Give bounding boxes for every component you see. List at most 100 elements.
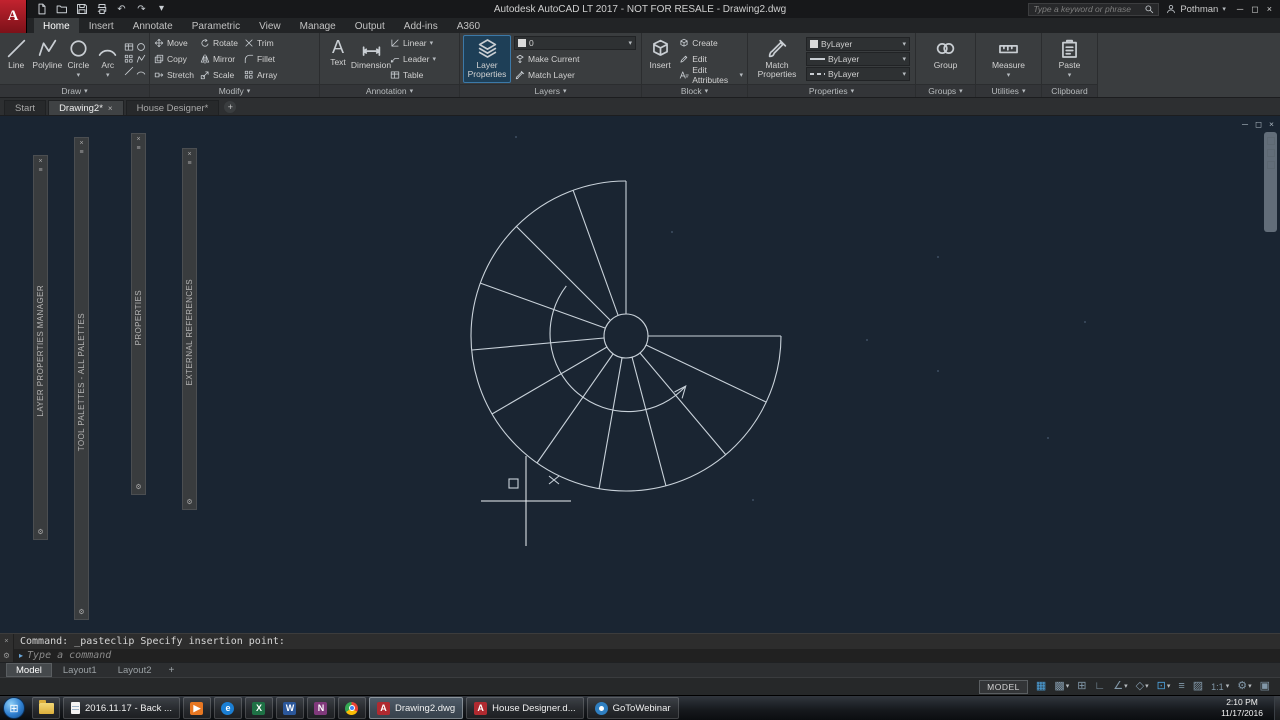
tab-parametric[interactable]: Parametric: [183, 18, 249, 33]
snap-toggle[interactable]: ▩ ▾: [1054, 681, 1069, 692]
insert-block-button[interactable]: Insert: [645, 35, 675, 83]
polar-tracking-toggle[interactable]: ∠ ▾: [1113, 681, 1127, 692]
tab-a360[interactable]: A360: [448, 18, 489, 33]
taskbar-app-drawing2[interactable]: A Drawing2.dwg: [368, 697, 464, 719]
chrome-button[interactable]: [337, 697, 366, 719]
array-tool-button[interactable]: Array: [243, 68, 278, 83]
close-tab-icon[interactable]: ×: [108, 104, 113, 113]
dynamic-input-toggle[interactable]: ⊞: [1077, 681, 1086, 692]
circle-tool-button[interactable]: Circle ▾: [65, 35, 91, 83]
transparency-toggle[interactable]: ▨: [1193, 681, 1203, 692]
object-snap-toggle[interactable]: ⊡ ▾: [1157, 681, 1171, 692]
palette-external-references[interactable]: × ≡ EXTERNAL REFERENCES ⚙: [182, 148, 197, 510]
arc-tool-button[interactable]: Arc ▾: [95, 35, 121, 83]
draw-panel-expander[interactable]: Draw ▾: [0, 84, 149, 97]
copy-tool-button[interactable]: Copy: [153, 52, 195, 67]
palette-tool-palettes[interactable]: × ≡ TOOL PALETTES - ALL PALETTES ⚙: [74, 137, 89, 620]
linetype-dropdown[interactable]: ByLayer ▾: [806, 67, 910, 81]
rotate-tool-button[interactable]: Rotate: [199, 36, 239, 51]
palette-settings-icon[interactable]: ⚙: [135, 484, 141, 491]
qat-customize-button[interactable]: ▾: [154, 2, 169, 16]
tab-manage[interactable]: Manage: [291, 18, 345, 33]
palette-close-icon[interactable]: ×: [187, 151, 191, 158]
save-button[interactable]: [74, 2, 89, 16]
tab-addins[interactable]: Add-ins: [395, 18, 447, 33]
palette-close-icon[interactable]: ×: [38, 158, 42, 165]
line-tool-button[interactable]: Line: [3, 35, 29, 83]
tab-home[interactable]: Home: [34, 18, 79, 33]
polygon-tool-icon[interactable]: [136, 66, 146, 76]
layers-panel-expander[interactable]: Layers ▾: [460, 84, 641, 97]
object-color-dropdown[interactable]: ByLayer ▾: [806, 37, 910, 51]
palette-settings-icon[interactable]: ⚙: [78, 609, 84, 616]
lineweight-dropdown[interactable]: ByLayer ▾: [806, 52, 910, 66]
palette-settings-icon[interactable]: ⚙: [37, 529, 43, 536]
modify-panel-expander[interactable]: Modify ▾: [150, 84, 319, 97]
mirror-tool-button[interactable]: Mirror: [199, 52, 239, 67]
ortho-toggle[interactable]: ∟: [1094, 681, 1105, 692]
measure-button[interactable]: Measure ▾: [987, 35, 1031, 83]
palette-menu-icon[interactable]: ≡: [38, 167, 42, 174]
trim-tool-button[interactable]: Trim: [243, 36, 278, 51]
navigation-bar[interactable]: [1264, 132, 1277, 232]
text-tool-button[interactable]: A Text: [323, 35, 353, 83]
close-button[interactable]: ×: [1267, 4, 1272, 14]
point-tool-icon[interactable]: [124, 66, 134, 76]
search-input[interactable]: [1033, 4, 1142, 14]
scale-tool-button[interactable]: Scale: [199, 68, 239, 83]
command-customize-button[interactable]: ⚙: [3, 651, 10, 660]
match-properties-button[interactable]: Match Properties: [751, 35, 803, 83]
tab-annotate[interactable]: Annotate: [124, 18, 182, 33]
rectangle-tool-icon[interactable]: [124, 42, 134, 52]
command-input[interactable]: [27, 650, 348, 661]
utilities-panel-expander[interactable]: Utilities ▾: [976, 84, 1041, 97]
fillet-tool-button[interactable]: Fillet: [243, 52, 278, 67]
excel-button[interactable]: X: [244, 697, 273, 719]
lineweight-toggle[interactable]: ≡: [1178, 681, 1184, 692]
annotation-scale-button[interactable]: 1:1 ▾: [1211, 682, 1229, 692]
match-layer-button[interactable]: Match Layer: [514, 67, 636, 82]
palette-menu-icon[interactable]: ≡: [136, 145, 140, 152]
groups-panel-expander[interactable]: Groups ▾: [916, 84, 975, 97]
isodraft-toggle[interactable]: ◇ ▾: [1136, 681, 1149, 692]
palette-settings-icon[interactable]: ⚙: [186, 499, 192, 506]
tab-model[interactable]: Model: [6, 663, 52, 677]
new-button[interactable]: [34, 2, 49, 16]
doc-minimize-button[interactable]: ─: [1242, 119, 1248, 130]
edit-attributes-button[interactable]: Edit Attributes ▾: [678, 65, 744, 85]
command-close-button[interactable]: ×: [4, 636, 8, 645]
group-button[interactable]: Group: [926, 35, 966, 83]
taskbar-app-gotowebinar[interactable]: GoToWebinar: [586, 697, 679, 719]
tab-view[interactable]: View: [250, 18, 290, 33]
annotation-panel-expander[interactable]: Annotation ▾: [320, 84, 459, 97]
properties-panel-expander[interactable]: Properties ▾: [748, 84, 915, 97]
palette-menu-icon[interactable]: ≡: [187, 160, 191, 167]
model-space-button[interactable]: MODEL: [979, 679, 1028, 694]
stretch-tool-button[interactable]: Stretch: [153, 68, 195, 83]
redo-button[interactable]: ↷: [134, 2, 149, 16]
hatch-tool-icon[interactable]: [124, 54, 134, 64]
show-desktop-button[interactable]: [1274, 695, 1280, 720]
restore-button[interactable]: ◻: [1251, 4, 1258, 15]
block-panel-expander[interactable]: Block ▾: [642, 84, 747, 97]
move-tool-button[interactable]: Move: [153, 36, 195, 51]
application-menu-button[interactable]: A: [0, 0, 27, 33]
taskbar-clock[interactable]: 2:10 PM 11/17/2016: [1213, 697, 1271, 718]
new-layout-button[interactable]: +: [163, 663, 181, 677]
make-current-button[interactable]: Make Current: [514, 51, 636, 66]
polyline-tool-button[interactable]: Polyline: [32, 35, 62, 83]
word-button[interactable]: W: [275, 697, 304, 719]
palette-close-icon[interactable]: ×: [136, 136, 140, 143]
tab-layout1[interactable]: Layout1: [53, 663, 107, 677]
drawing-area[interactable]: × ≡ LAYER PROPERTIES MANAGER ⚙ × ≡ TOOL …: [0, 116, 1280, 633]
grid-toggle[interactable]: ▦: [1036, 681, 1046, 692]
tab-insert[interactable]: Insert: [80, 18, 123, 33]
layer-dropdown[interactable]: 0 ▾: [514, 36, 636, 50]
spline-tool-icon[interactable]: [136, 54, 146, 64]
file-tab-drawing2[interactable]: Drawing2* ×: [48, 100, 124, 115]
workspace-switching-button[interactable]: ⚙ ▾: [1237, 681, 1251, 692]
media-player-button[interactable]: ▶: [182, 697, 211, 719]
linear-dimension-button[interactable]: Linear ▾: [389, 36, 437, 51]
leader-button[interactable]: Leader ▾: [389, 52, 437, 67]
file-tab-house-designer[interactable]: House Designer*: [125, 100, 220, 115]
